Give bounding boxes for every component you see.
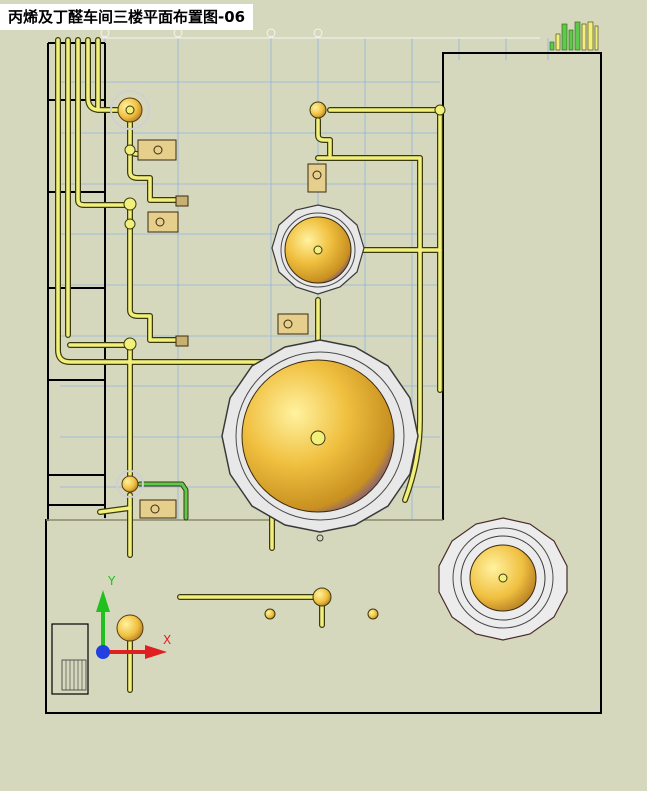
ucs-y-label: Y xyxy=(107,574,116,588)
stairwell xyxy=(51,623,89,695)
vertical-pipes-top-right xyxy=(549,21,599,51)
ucs-x-label: X xyxy=(163,633,171,647)
top-dimension-line xyxy=(100,28,540,39)
reactor-vessel-medium xyxy=(271,204,365,295)
small-vessel-bottom-left xyxy=(116,614,144,642)
floor-plan-drawing[interactable]: Y X xyxy=(0,0,647,791)
storage-tank-lower-right xyxy=(438,517,568,641)
reactor-vessel-large xyxy=(221,339,419,542)
